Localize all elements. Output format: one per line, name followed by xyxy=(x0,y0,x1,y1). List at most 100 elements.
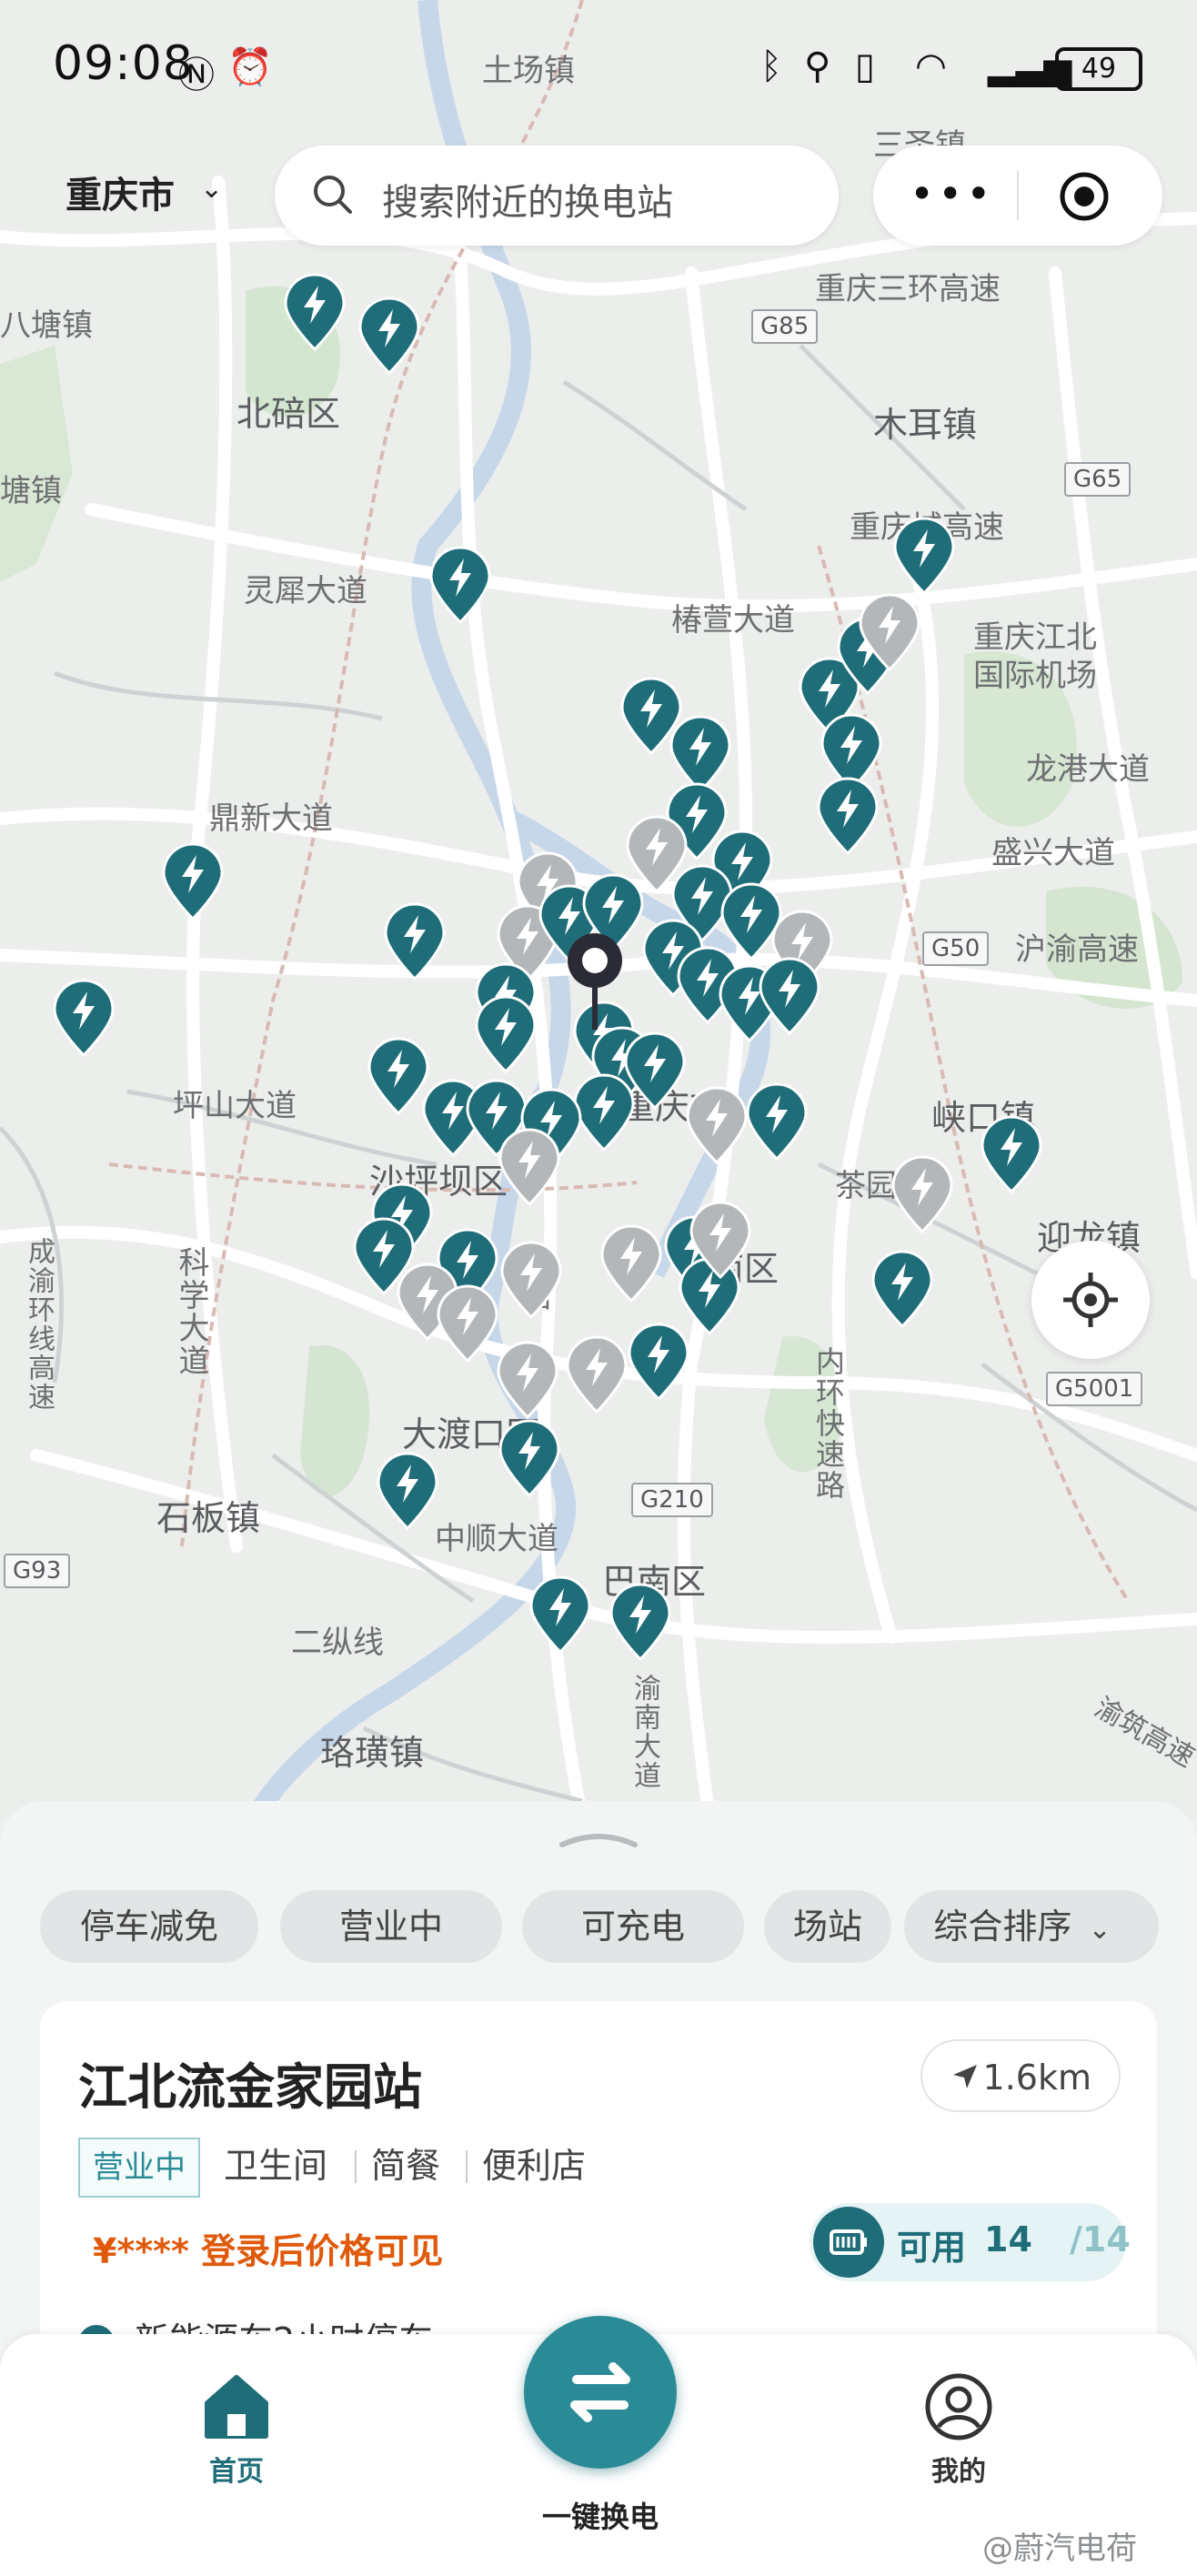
station-pin-unavailable[interactable] xyxy=(598,1224,664,1303)
map-label: 灵犀大道 xyxy=(244,573,367,609)
watermark: @蔚汽电荷 xyxy=(982,2531,1137,2567)
station-pin-available[interactable] xyxy=(891,517,957,595)
station-pin-available[interactable] xyxy=(870,1250,935,1328)
map-label: 科学大道 xyxy=(173,1246,209,1377)
filter-open-now[interactable]: 营业中 xyxy=(280,1890,502,1963)
swap-label: 一键换电 xyxy=(541,2500,659,2534)
nav-mine[interactable]: 我的 xyxy=(904,2361,1013,2488)
map-label: 椿萱大道 xyxy=(671,602,795,639)
facility-store: 便利店 xyxy=(482,2146,587,2186)
map-label: 中顺大道 xyxy=(435,1521,558,1557)
close-miniapp-icon[interactable] xyxy=(1059,171,1110,222)
availability-badge: 可用 14 /14 xyxy=(810,2203,1131,2281)
swap-icon xyxy=(570,2362,630,2422)
more-icon[interactable]: ••• xyxy=(910,173,994,215)
distance-badge[interactable]: 1.6km xyxy=(920,2039,1121,2112)
airport-label: 重庆江北国际机场 xyxy=(973,619,1097,694)
filter-station[interactable]: 场站 xyxy=(764,1890,891,1963)
highway-shield: G210 xyxy=(631,1483,713,1517)
station-pin-available[interactable] xyxy=(815,777,880,855)
nav-home-label: 首页 xyxy=(209,2456,264,2488)
home-icon xyxy=(205,2375,268,2439)
highway-shield: G93 xyxy=(4,1554,71,1588)
station-pin-available[interactable] xyxy=(608,1583,673,1661)
station-pin-available[interactable] xyxy=(979,1115,1044,1193)
location-icon: ⚲ xyxy=(804,45,831,87)
station-pin-available[interactable] xyxy=(51,979,116,1057)
station-pin-available[interactable] xyxy=(626,1323,691,1401)
highway-shield: G5001 xyxy=(1046,1372,1143,1406)
highway-shield: G50 xyxy=(922,931,990,966)
station-pin-available[interactable] xyxy=(428,546,493,624)
status-badge: 营业中 xyxy=(78,2138,200,2198)
vibrate-icon: ▯ xyxy=(855,45,876,87)
map-label: 木耳镇 xyxy=(873,405,978,445)
station-pin-available[interactable] xyxy=(375,1452,440,1530)
station-pin-unavailable[interactable] xyxy=(497,1128,562,1206)
distance-text: 1.6km xyxy=(982,2058,1091,2098)
map-view[interactable]: 土场镇 G85 重庆三环高速 三圣镇 木耳镇 G65 北碚区 八塘镇 塘镇 灵犀… xyxy=(0,0,1197,1819)
locate-me-button[interactable] xyxy=(1031,1241,1150,1359)
navigate-arrow-icon xyxy=(953,2065,977,2088)
station-pin-unavailable[interactable] xyxy=(498,1241,564,1319)
alarm-icon: ⏰ xyxy=(227,46,273,88)
nav-home[interactable]: 首页 xyxy=(182,2361,291,2488)
wifi-icon: ◠ xyxy=(915,45,947,87)
station-pin-available[interactable] xyxy=(282,273,347,351)
map-label: 重庆三环高速 xyxy=(815,271,1001,307)
station-pin-available[interactable] xyxy=(528,1575,593,1654)
map-label: 沪渝高速 xyxy=(1015,931,1139,968)
facility-meal: 简餐 xyxy=(371,2146,441,2186)
station-pin-unavailable[interactable] xyxy=(495,1341,560,1419)
price-hint[interactable]: ¥**** 登录后价格可见 xyxy=(93,2223,443,2273)
divider xyxy=(466,2150,468,2183)
station-pin-available[interactable] xyxy=(497,1419,562,1497)
chevron-down-icon: ⌄ xyxy=(1088,1914,1112,1946)
status-time: 09:08 xyxy=(53,36,194,91)
map-label: 成渝环线高速 xyxy=(23,1237,55,1412)
station-pin-unavailable[interactable] xyxy=(684,1086,749,1164)
station-pin-unavailable[interactable] xyxy=(857,593,922,671)
station-pin-available[interactable] xyxy=(757,957,822,1035)
filter-parking-discount[interactable]: 停车减免 xyxy=(40,1890,258,1963)
availability-count: 14 xyxy=(984,2219,1032,2259)
map-label: 二纵线 xyxy=(291,1625,384,1661)
map-label: 渝南大道 xyxy=(629,1674,660,1790)
map-label: 石板镇 xyxy=(156,1498,261,1538)
chevron-down-icon: ⌄ xyxy=(200,173,224,205)
station-pin-unavailable[interactable] xyxy=(688,1201,753,1279)
station-pin-available[interactable] xyxy=(160,842,226,921)
battery-indicator: 49 xyxy=(1055,47,1142,91)
station-name: 江北流金家园站 xyxy=(78,2058,422,2116)
capsule-divider xyxy=(1017,171,1019,220)
sort-dropdown[interactable]: 综合排序 ⌄ xyxy=(904,1890,1159,1963)
station-pin-available[interactable] xyxy=(382,902,448,981)
crosshair-icon xyxy=(1063,1273,1118,1327)
map-label: 塘镇 xyxy=(0,473,62,509)
facility-restroom: 卫生间 xyxy=(224,2146,328,2186)
station-pin-available[interactable] xyxy=(744,1082,810,1161)
map-label: 八塘镇 xyxy=(0,307,93,344)
search-input[interactable]: 搜索附近的换电站 xyxy=(275,146,839,246)
map-label: 内环快速路 xyxy=(811,1346,846,1501)
station-pin-available[interactable] xyxy=(357,297,422,375)
station-pin-unavailable[interactable] xyxy=(564,1335,629,1414)
city-selector[interactable]: 重庆市 xyxy=(65,166,175,218)
availability-label: 可用 xyxy=(897,2228,967,2268)
station-pin-unavailable[interactable] xyxy=(890,1155,955,1233)
status-bar: 09:08 Ⓝ ⏰ ᛒ ⚲ ▯ ◠ ▂▃▅ 49 xyxy=(0,0,1197,136)
user-icon xyxy=(925,2373,992,2440)
battery-icon xyxy=(813,2207,884,2278)
filter-chargeable[interactable]: 可充电 xyxy=(522,1890,744,1963)
map-label: 茶园 xyxy=(835,1168,897,1204)
sheet-handle[interactable] xyxy=(557,1830,640,1848)
station-pin-unavailable[interactable] xyxy=(435,1284,500,1363)
search-placeholder: 搜索附近的换电站 xyxy=(382,182,673,224)
map-label: 北碚区 xyxy=(236,394,341,434)
current-location-marker xyxy=(566,931,624,1031)
map-label: 龙港大道 xyxy=(1026,751,1150,788)
one-tap-swap-button[interactable] xyxy=(511,2303,689,2481)
highway-shield: G65 xyxy=(1064,462,1132,497)
station-pin-available[interactable] xyxy=(473,995,538,1073)
sort-label: 综合排序 xyxy=(933,1907,1072,1947)
